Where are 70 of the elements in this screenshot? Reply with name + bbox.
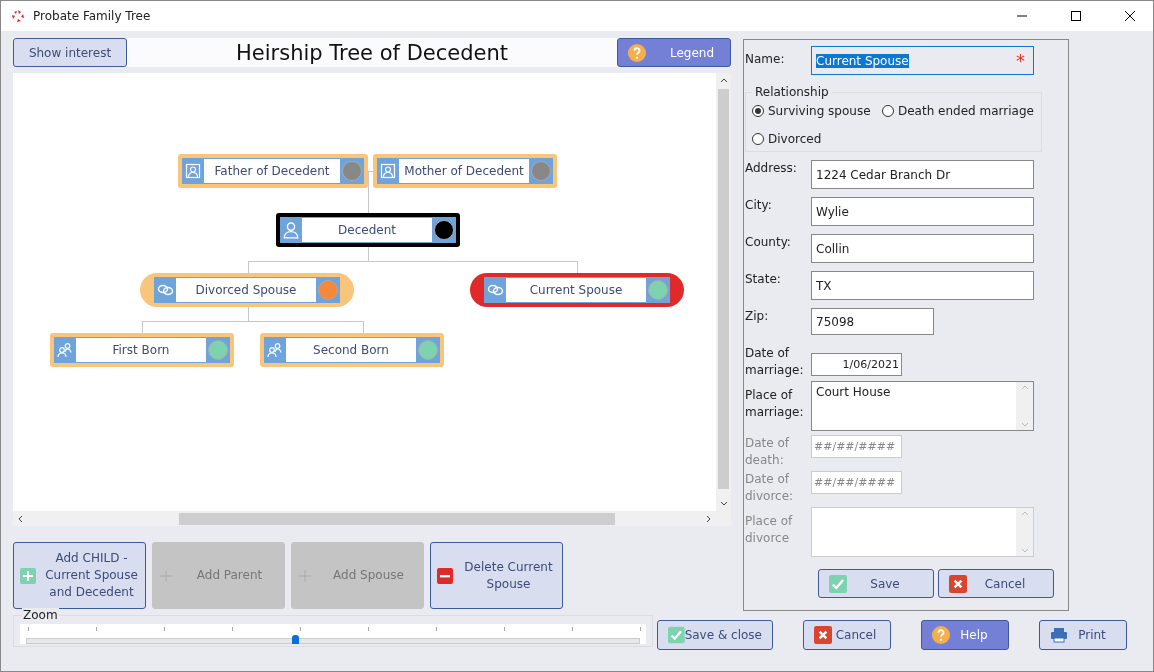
radio-button[interactable] [752,105,764,117]
maximize-icon [1071,11,1081,21]
people-icon [57,342,73,358]
field-label: Place of marriage: [745,387,805,421]
tree-node[interactable]: First Born [50,333,234,367]
show-interest-button[interactable]: Show interest [13,38,127,67]
close-icon [1125,11,1135,21]
field-label: County: [745,234,792,251]
name-field[interactable]: Current Spouse * [811,46,1034,75]
tree-title: Heirship Tree of Decedent [236,40,508,65]
close-icon [814,626,832,644]
radio-option[interactable]: Death ended marriage [882,99,1042,123]
text-field[interactable]: 75098 [811,308,934,335]
radio-option[interactable]: Divorced [752,127,882,151]
close-icon [949,574,967,593]
text-field[interactable]: 1224 Cedar Branch Dr [811,160,1034,189]
tree-node[interactable]: Mother of Decedent [373,154,557,188]
window-title: Probate Family Tree [33,9,152,23]
tree-node[interactable]: Current Spouse [470,273,684,307]
person-icon [282,221,300,239]
add-button[interactable]: Add CHILD - Current Spouse and Decedent [13,542,146,609]
radio-button[interactable] [752,133,764,145]
group-legend: Relationship [752,85,832,99]
portrait-icon [185,163,201,179]
portrait-icon [380,163,396,179]
field-label: Address: [745,160,798,177]
text-field[interactable]: Wylie [811,197,1034,226]
tree-node[interactable]: Divorced Spouse [140,273,354,307]
checkmark-icon [829,574,847,593]
radio-button[interactable] [882,105,894,117]
plus-icon [20,567,36,584]
required-mark: * [1016,50,1025,71]
delete-button[interactable]: Delete Current Spouse [430,542,563,609]
radio-option[interactable]: Surviving spouse [752,99,882,123]
zoom-label: Zoom [22,608,59,622]
cancel-button[interactable]: Cancel [938,569,1054,598]
checkmark-icon [668,626,685,644]
field-label: City: [745,197,773,214]
people-icon [267,342,283,358]
minus-icon [437,567,453,584]
field-label: Zip: [745,308,770,325]
field-label: Date of marriage: [745,345,805,379]
cancel-button[interactable]: Cancel [803,620,891,650]
horizontal-scrollbar[interactable] [13,511,716,526]
app-logo-icon [11,9,25,23]
field-label: Place of divorce [745,513,794,547]
text-field[interactable]: TX [811,271,1034,300]
date-field[interactable]: 1/06/2021 [811,353,902,376]
field-label: State: [745,271,782,288]
slider-thumb[interactable] [292,635,300,644]
field-label: Date of divorce: [745,471,795,505]
help-button[interactable]: Help [921,620,1009,650]
tree-node[interactable]: Father of Decedent [178,154,368,188]
zoom-slider[interactable] [20,624,646,644]
legend-button[interactable]: Legend [617,38,731,67]
text-area[interactable]: Court House [811,381,1034,431]
field-label: Date of death: [745,435,791,469]
printer-icon [1050,627,1068,643]
save-button[interactable]: Save [818,569,934,598]
text-field[interactable]: Collin [811,234,1034,263]
field-label: Name: [745,51,786,68]
vertical-scrollbar[interactable] [716,73,731,511]
rings-icon [156,283,174,297]
print-button[interactable]: Print [1039,620,1127,650]
tree-node[interactable]: Decedent [276,213,460,247]
help-icon [628,43,646,62]
tree-node[interactable]: Second Born [260,333,444,367]
help-icon [932,626,950,644]
save-close-button[interactable]: Save & close [657,620,773,650]
rings-icon [486,283,504,297]
